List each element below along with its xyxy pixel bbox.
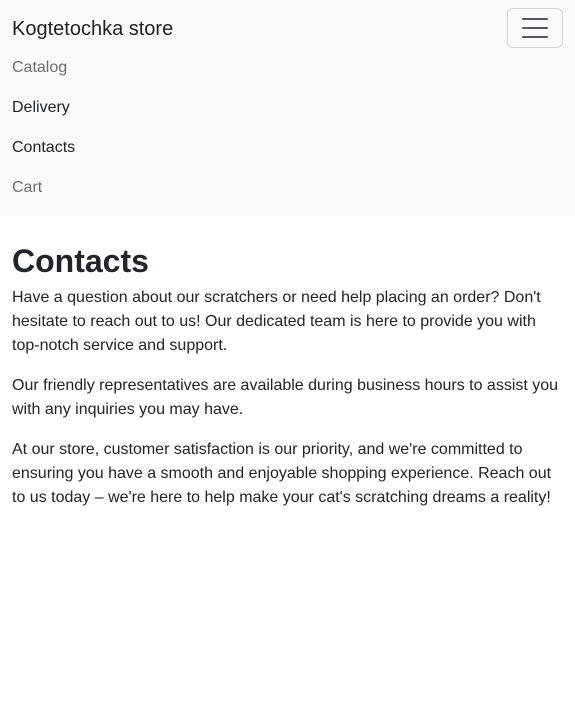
nav-link-cart[interactable]: Cart [12, 179, 42, 197]
page-title: Contacts [12, 243, 149, 279]
nav-link-contacts[interactable]: Contacts [12, 139, 75, 157]
nav-item-contacts: Contacts [12, 128, 75, 168]
nav-link-catalog[interactable]: Catalog [12, 59, 67, 77]
satisfaction-paragraph: At our store, customer satisfaction is o… [12, 441, 552, 506]
navbar-toggler-button[interactable] [507, 8, 563, 48]
intro-paragraph: Have a question about our scratchers or … [12, 289, 541, 354]
navbar: Kogtetochka store Catalog Delivery Conta… [0, 0, 575, 216]
nav-item-cart: Cart [12, 168, 75, 208]
hamburger-menu-icon [522, 18, 548, 38]
nav-menu: Catalog Delivery Contacts Cart [12, 48, 75, 208]
availability-paragraph: Our friendly representatives are availab… [12, 377, 559, 418]
main-content: Contacts Have a question about our scrat… [0, 216, 575, 510]
brand-link[interactable]: Kogtetochka store [12, 16, 173, 42]
nav-item-delivery: Delivery [12, 88, 75, 128]
nav-item-catalog: Catalog [12, 48, 75, 88]
nav-link-delivery[interactable]: Delivery [12, 99, 70, 117]
